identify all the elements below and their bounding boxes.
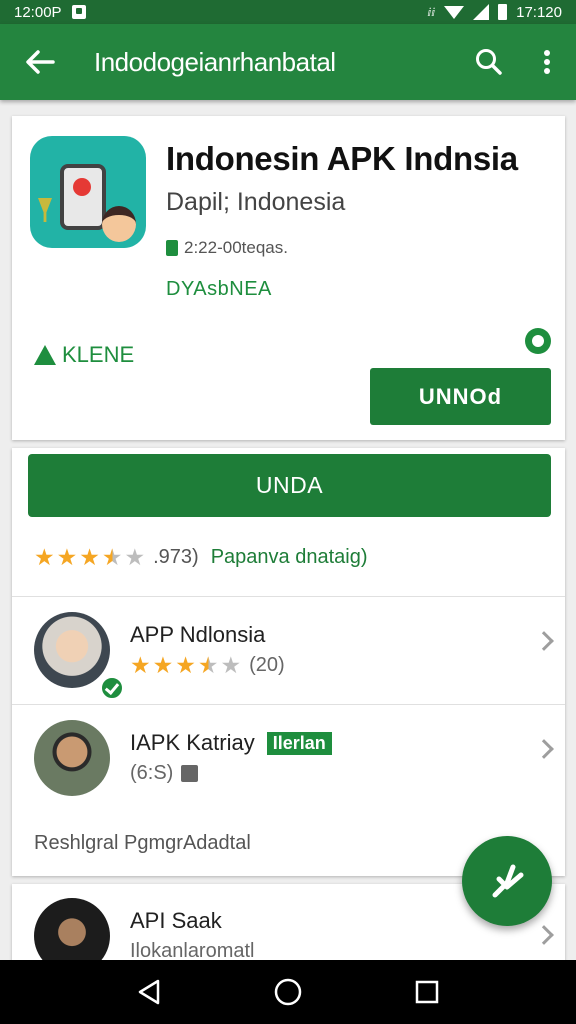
nav-recents-icon [415,980,438,1004]
star-icon: ★ [152,652,174,678]
star-icon: ★ [130,652,151,678]
status-time-right: 17:120 [516,3,562,21]
review-name: APP Ndlonsia [130,622,266,647]
app-meta: 2:22-00teqas. [166,238,288,258]
status-time-left: 12:00P [14,3,62,21]
divider [12,704,565,705]
app-header-card: Indonesin APK Indnsia Dapil; Indonesia 2… [12,116,565,440]
app-tag: DYAsbNEA [166,278,272,300]
chevron-right-icon [534,925,554,945]
rating-stars: ★ ★ ★ ★ ★ [34,546,145,569]
rating-count: .973) [153,546,199,568]
search-icon [476,49,502,75]
review-sub: (6:S) [130,762,199,785]
signal-icon [473,4,490,20]
review-count: (20) [249,654,285,676]
badge-icon [525,328,551,354]
star-icon: ★ [56,544,78,570]
wifi-icon [444,5,465,19]
review-row-1[interactable]: APP Ndlonsia ★ ★ ★ ★ ★ (20) [12,598,565,704]
system-nav-bar [0,960,576,1024]
status-bar: 12:00P ⅈⅈ 17:120 [0,0,576,24]
person-icon [34,345,56,365]
status-badge: Ilerlan [266,731,332,755]
download-icon [492,864,524,898]
review-name-wrap: IAPK Katriay Ilerlan [130,730,332,756]
secondary-action-button[interactable]: UNNOd [370,368,551,425]
rating-link[interactable]: Papanva dnataig) [211,546,368,569]
review-sub: ★ ★ ★ ★ ★ (20) [130,654,285,677]
back-button[interactable] [0,24,80,100]
toolbar-title: Indodogeianrhanbatal [94,46,336,77]
nav-home-icon [274,978,302,1006]
app-toolbar: Indodogeianrhanbatal [0,24,576,100]
person-illustration [102,206,136,242]
section-footer-text: Reshlgral PgmgrAdadtal [34,832,251,854]
overflow-menu-icon [544,50,550,74]
review-name: IAPK Katriay [130,730,255,755]
star-icon: ★ [79,544,100,570]
overflow-menu-button[interactable] [518,24,576,100]
review-row-2[interactable]: IAPK Katriay Ilerlan (6:S) [12,706,565,812]
battery-icon [498,4,508,20]
star-empty-icon: ★ [220,652,242,678]
sim-icon [71,5,86,19]
app-developer[interactable]: Dapil; Indonesia [166,188,345,217]
status-glyph: ⅈⅈ [427,6,436,19]
phone-illustration [60,164,106,230]
avatar [34,720,110,796]
back-arrow-icon [26,50,55,74]
glass-illustration [38,198,52,222]
avatar [34,612,110,688]
nav-back-icon [139,979,160,1005]
verified-icon [100,676,124,700]
chevron-right-icon [534,631,554,651]
search-button[interactable] [460,24,518,100]
star-half-icon: ★ [101,544,123,570]
star-empty-icon: ★ [124,544,146,570]
app-title: Indonesin APK Indnsia [166,140,518,177]
install-status-label: KLENE [62,342,135,367]
lock-icon [166,240,178,256]
divider [12,596,565,597]
star-half-icon: ★ [197,652,219,678]
install-status: KLENE [34,342,134,368]
review-count: (6:S) [130,762,174,784]
nav-recents-button[interactable] [397,962,457,1022]
save-icon [181,765,199,782]
rating-summary: ★ ★ ★ ★ ★ .973) Papanva dnataig) [34,546,368,569]
nav-back-button[interactable] [119,962,179,1022]
nav-home-button[interactable] [258,962,318,1022]
reviews-card: UNDA ★ ★ ★ ★ ★ .973) Papanva dnataig) APP Nd… [12,448,565,876]
star-icon: ★ [175,652,196,678]
review-stars: ★ ★ ★ ★ ★ [130,654,241,677]
app-meta-text: 2:22-00teqas. [184,238,288,257]
download-fab[interactable] [462,836,552,926]
chevron-right-icon [534,739,554,759]
primary-action-button[interactable]: UNDA [28,454,551,517]
app-icon [30,136,146,248]
review-name: API Saak [130,908,222,933]
star-icon: ★ [34,544,55,570]
